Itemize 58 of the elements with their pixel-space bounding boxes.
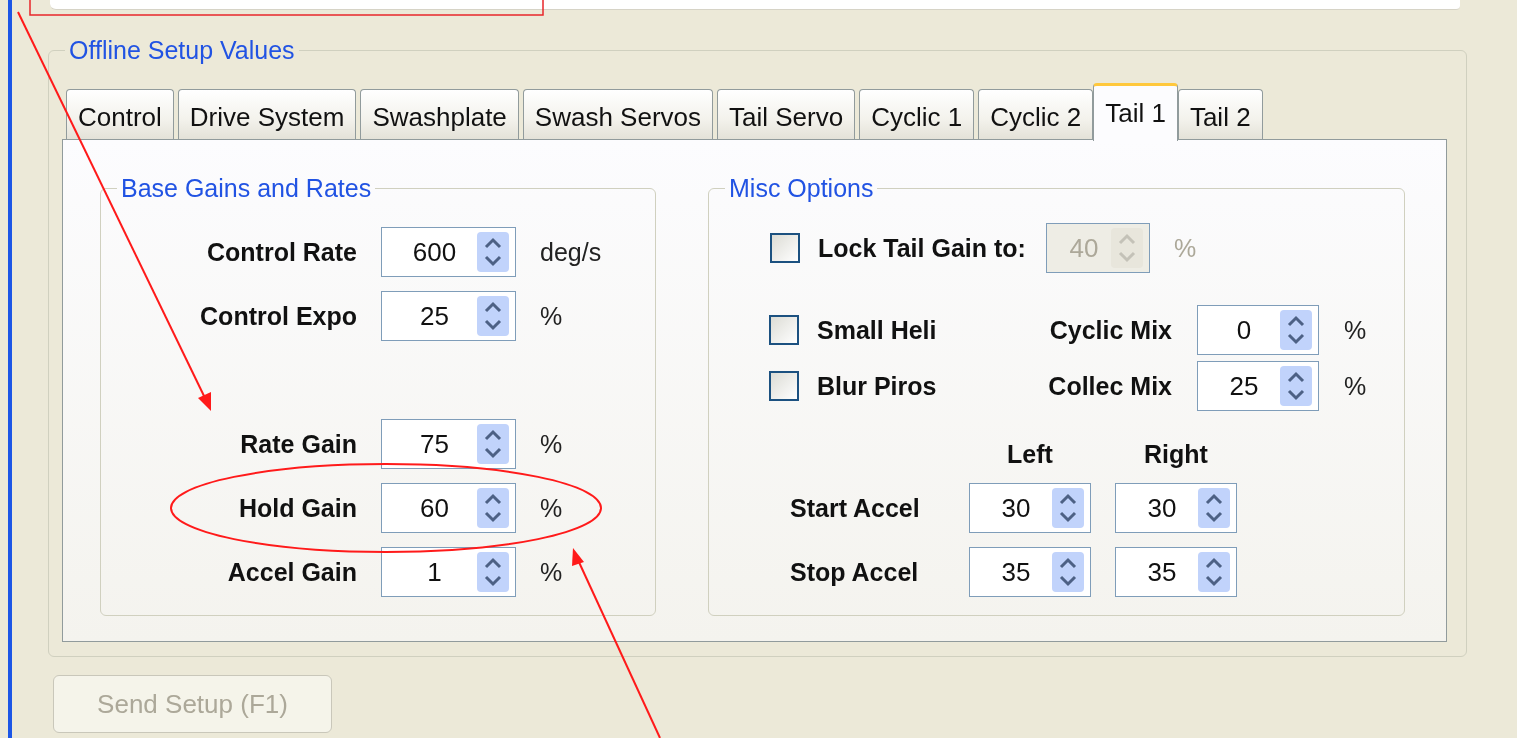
unit-label: % xyxy=(1173,233,1197,263)
unit-label: % xyxy=(540,493,564,523)
spin-arrows-icon[interactable] xyxy=(1280,366,1312,406)
field-label: Control Rate xyxy=(207,237,357,267)
spin-arrows-icon[interactable] xyxy=(477,552,509,592)
spinner-field[interactable]: 25 xyxy=(381,291,516,341)
spin-arrows-icon[interactable] xyxy=(1198,488,1230,528)
spin-arrows-icon[interactable] xyxy=(477,424,509,464)
spinner-field[interactable]: 25 xyxy=(1197,361,1319,411)
spin-arrows-icon[interactable] xyxy=(1198,552,1230,592)
spinner-field[interactable]: 35 xyxy=(969,547,1091,597)
spinner-field[interactable]: 1 xyxy=(381,547,516,597)
spinner-field[interactable]: 600 xyxy=(381,227,516,277)
spinner-field[interactable]: 30 xyxy=(1115,483,1237,533)
spinner-field[interactable]: 60 xyxy=(381,483,516,533)
column-header: Left xyxy=(1007,439,1053,469)
tab[interactable]: Tail 1 xyxy=(1093,83,1178,141)
spin-arrows-icon[interactable] xyxy=(477,488,509,528)
tab[interactable]: Cyclic 1 xyxy=(859,89,975,139)
spinner-field[interactable]: 30 xyxy=(969,483,1091,533)
spinner-field[interactable]: 75 xyxy=(381,419,516,469)
unit-label: % xyxy=(540,557,564,587)
column-header: Right xyxy=(1144,439,1208,469)
checkbox[interactable] xyxy=(769,371,799,401)
unit-label: % xyxy=(1344,315,1368,345)
field-label: Cyclic Mix xyxy=(1049,315,1172,345)
checkbox-label: Blur Piros xyxy=(817,371,937,401)
spin-arrows-icon[interactable] xyxy=(477,296,509,336)
field-label: Accel Gain xyxy=(227,557,357,587)
tab[interactable]: Swashplate xyxy=(360,89,519,139)
tab[interactable]: Drive System xyxy=(177,89,357,139)
field-label: Control Expo xyxy=(200,301,357,331)
tab[interactable]: Control xyxy=(66,89,174,139)
tab[interactable]: Swash Servos xyxy=(522,89,713,139)
spinner-field[interactable]: 0 xyxy=(1197,305,1319,355)
unit-label: % xyxy=(540,301,564,331)
unit-label: % xyxy=(1344,371,1368,401)
field-label: Collec Mix xyxy=(1048,371,1172,401)
spin-arrows-icon[interactable] xyxy=(1052,552,1084,592)
unit-label: deg/s xyxy=(540,237,603,267)
spin-arrows-icon[interactable] xyxy=(477,232,509,272)
checkbox-label: Lock Tail Gain to: xyxy=(818,233,1026,263)
field-label: Hold Gain xyxy=(238,493,357,523)
unit-label: % xyxy=(540,429,564,459)
spin-arrows-icon[interactable] xyxy=(1052,488,1084,528)
tab[interactable]: Cyclic 2 xyxy=(978,89,1094,139)
group-title: Base Gains and Rates xyxy=(120,174,373,203)
checkbox-label: Small Heli xyxy=(817,315,937,345)
group-title: Misc Options xyxy=(728,174,875,203)
spin-arrows-icon[interactable] xyxy=(1280,310,1312,350)
field-label: Stop Accel xyxy=(790,557,919,587)
group-title: Offline Setup Values xyxy=(68,36,296,65)
tab[interactable]: Tail Servo xyxy=(717,89,856,139)
field-label: Start Accel xyxy=(790,493,920,523)
checkbox[interactable] xyxy=(769,315,799,345)
tab[interactable]: Tail 2 xyxy=(1177,89,1263,139)
spinner-field[interactable]: 35 xyxy=(1115,547,1237,597)
field-label: Rate Gain xyxy=(240,429,357,459)
